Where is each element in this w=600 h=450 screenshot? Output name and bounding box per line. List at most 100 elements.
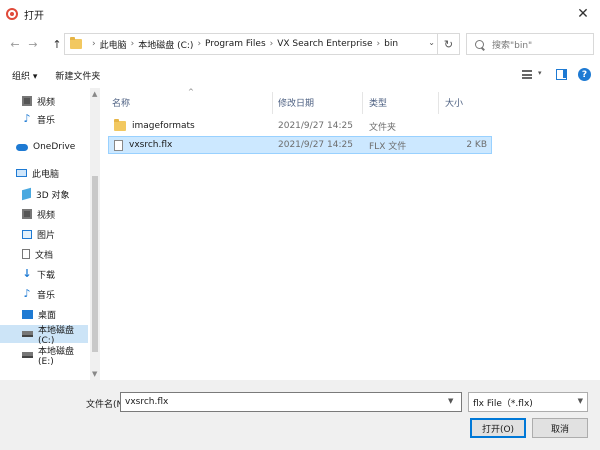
chevron-down-icon: ▼ — [577, 397, 583, 405]
sidebar-item-label: 音乐 — [37, 290, 56, 301]
navigation-pane: 视频 ♪ 音乐 OneDrive 此电脑 3D 对象 视频 图片 文档 ↓ 下载… — [0, 88, 100, 380]
sidebar-item-music[interactable]: ♪ 音乐 — [0, 285, 88, 303]
download-icon: ↓ — [22, 267, 32, 280]
drive-icon — [22, 352, 33, 358]
column-divider[interactable] — [438, 92, 439, 114]
sidebar-item-label: 文档 — [35, 250, 54, 261]
sidebar-item-pictures[interactable]: 图片 — [0, 225, 88, 243]
back-arrow-icon[interactable]: ← — [8, 35, 22, 53]
file-date: 2021/9/27 14:25 — [278, 140, 353, 150]
up-arrow-icon[interactable]: ↑ — [50, 35, 64, 53]
view-options-icon[interactable] — [522, 70, 532, 79]
app-icon — [6, 8, 18, 20]
open-button[interactable]: 打开(O) — [470, 418, 526, 438]
sidebar-item-downloads[interactable]: ↓ 下载 — [0, 265, 88, 283]
sidebar-item-videos[interactable]: 视频 — [0, 92, 88, 110]
chevron-down-icon[interactable]: ▼ — [448, 397, 453, 405]
sidebar-item-label: 音乐 — [37, 115, 56, 126]
sidebar-item-desktop[interactable]: 桌面 — [0, 305, 88, 323]
column-divider[interactable] — [362, 92, 363, 114]
dialog-footer: 文件名(N): ▼ flx File（*.flx) ▼ 打开(O) 取消 — [0, 380, 600, 450]
filetype-value: flx File（*.flx) — [473, 398, 533, 409]
breadcrumb-separator[interactable]: › — [270, 39, 274, 49]
filetype-select[interactable]: flx File（*.flx) ▼ — [468, 392, 588, 412]
file-name-cell: imageformats — [114, 118, 195, 134]
cancel-button[interactable]: 取消 — [532, 418, 588, 438]
chevron-down-icon[interactable]: ⌄ — [428, 38, 435, 47]
sidebar-item-documents[interactable]: 文档 — [0, 245, 88, 263]
search-box[interactable]: 搜索"bin" — [466, 33, 594, 55]
scroll-up-icon[interactable]: ▲ — [92, 90, 97, 98]
scrollbar-thumb[interactable] — [92, 176, 98, 352]
window-title: 打开 — [24, 10, 44, 22]
sidebar-item-onedrive[interactable]: OneDrive — [0, 138, 88, 156]
file-name-cell: vxsrch.flx — [114, 137, 172, 153]
address-bar[interactable]: › 此电脑 › 本地磁盘 (C:) › Program Files › VX S… — [64, 33, 460, 55]
video-icon — [22, 209, 32, 219]
sidebar-item-label: 下载 — [37, 270, 56, 281]
sidebar-item-this-pc[interactable]: 此电脑 — [0, 164, 88, 182]
column-header-name[interactable]: 名称 — [112, 93, 130, 111]
drive-icon — [22, 331, 33, 337]
column-header-type[interactable]: 类型 — [369, 93, 387, 111]
sidebar-item-label: 本地磁盘 (C:) — [38, 325, 75, 346]
file-row[interactable]: imageformats 2021/9/27 14:25 文件夹 — [108, 118, 492, 136]
breadcrumb-separator[interactable]: › — [131, 39, 135, 49]
sidebar-item-label: 视频 — [37, 97, 56, 108]
sort-ascending-icon: ^ — [188, 88, 194, 96]
music-icon: ♪ — [23, 287, 31, 300]
column-divider[interactable] — [272, 92, 273, 114]
close-button[interactable]: ✕ — [566, 0, 600, 28]
music-icon: ♪ — [23, 112, 31, 125]
scroll-down-icon[interactable]: ▼ — [92, 370, 97, 378]
help-icon[interactable]: ? — [578, 68, 591, 81]
sidebar-item-label: 图片 — [37, 230, 56, 241]
column-header-date[interactable]: 修改日期 — [278, 93, 314, 111]
video-icon — [22, 96, 32, 106]
sidebar-item-videos[interactable]: 视频 — [0, 205, 88, 223]
desktop-icon — [22, 309, 33, 319]
sidebar-item-drive-e[interactable]: 本地磁盘 (E:) — [0, 346, 88, 367]
sidebar-item-music[interactable]: ♪ 音乐 — [0, 110, 88, 128]
file-date: 2021/9/27 14:25 — [278, 121, 353, 131]
organize-menu[interactable]: 组织 ▾ — [12, 69, 37, 82]
forward-arrow-icon[interactable]: → — [26, 35, 40, 53]
breadcrumb-separator: › — [92, 39, 96, 49]
command-toolbar: 组织 ▾ 新建文件夹 ▾ ? — [0, 62, 600, 88]
title-bar: 打开 ✕ — [0, 0, 600, 28]
sidebar-item-label: 3D 对象 — [36, 190, 70, 201]
file-type: 文件夹 — [369, 122, 397, 133]
search-icon — [475, 39, 484, 49]
sidebar-item-label: 此电脑 — [32, 169, 60, 180]
sidebar-scrollbar[interactable]: ▲ ▼ — [90, 88, 100, 380]
breadcrumb-separator[interactable]: › — [197, 39, 201, 49]
column-header-size[interactable]: 大小 — [445, 93, 463, 111]
preview-pane-icon[interactable] — [556, 69, 567, 80]
refresh-icon[interactable]: ↻ — [437, 34, 459, 54]
breadcrumb-separator[interactable]: › — [377, 39, 381, 49]
file-icon — [114, 139, 123, 151]
breadcrumb-item[interactable]: 本地磁盘 (C:) — [138, 38, 193, 51]
navigation-bar: ← → ↑ › 此电脑 › 本地磁盘 (C:) › Program Files … — [0, 30, 600, 58]
search-placeholder[interactable]: 搜索"bin" — [492, 38, 532, 51]
file-row-selected[interactable]: vxsrch.flx 2021/9/27 14:25 FLX 文件 2 KB — [108, 136, 492, 154]
file-size: 2 KB — [466, 140, 487, 150]
documents-icon — [22, 249, 30, 259]
computer-icon — [16, 169, 27, 177]
folder-icon — [114, 119, 126, 131]
filename-input[interactable] — [120, 392, 462, 412]
breadcrumb-item[interactable]: VX Search Enterprise — [277, 39, 372, 49]
breadcrumb-item[interactable]: Program Files — [205, 39, 266, 49]
chevron-down-icon[interactable]: ▾ — [538, 69, 542, 77]
breadcrumb-item[interactable]: 此电脑 — [100, 38, 127, 51]
sidebar-item-3d-objects[interactable]: 3D 对象 — [0, 185, 88, 203]
file-list: ^ 名称 修改日期 类型 大小 imageformats 2021/9/27 1… — [104, 88, 596, 380]
sidebar-item-drive-c[interactable]: 本地磁盘 (C:) — [0, 325, 88, 346]
file-type: FLX 文件 — [369, 141, 407, 152]
breadcrumb-item[interactable]: bin — [384, 39, 398, 49]
new-folder-button[interactable]: 新建文件夹 — [55, 69, 100, 82]
sidebar-item-label: 本地磁盘 (E:) — [38, 346, 75, 367]
folder-icon — [70, 37, 82, 49]
file-name: vxsrch.flx — [129, 140, 173, 150]
pictures-icon — [22, 229, 32, 239]
